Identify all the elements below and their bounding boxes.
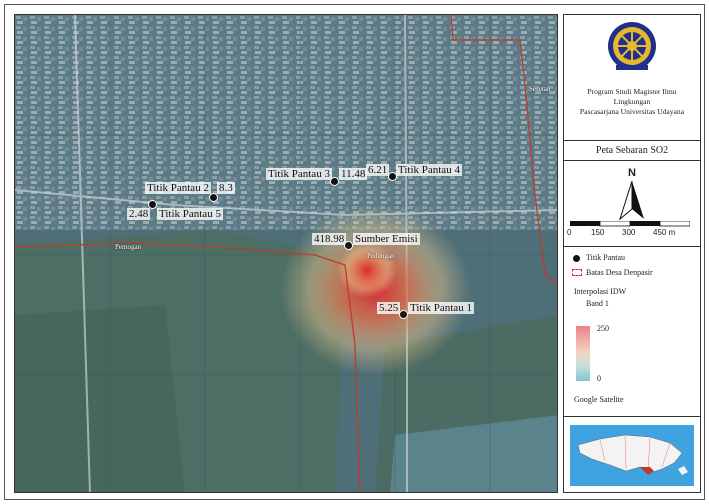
station-2-value: 8.3 xyxy=(217,182,235,194)
legend-interp-title: Interpolasi IDW xyxy=(574,287,627,296)
org-line-2: Lingkungan xyxy=(613,97,651,106)
station-1-marker[interactable] xyxy=(399,310,408,319)
north-label: N xyxy=(628,167,636,179)
color-ramp xyxy=(576,326,590,381)
station-5-value: 2.48 xyxy=(127,208,151,220)
inset-map-section xyxy=(564,417,700,494)
map-title: Peta Sebaran SO2 xyxy=(595,145,669,156)
place-label-pemogan: Pemogan xyxy=(115,243,142,251)
map-frame[interactable]: Pemogan Pedungan Sesetan Titik Pantau 2 … xyxy=(14,14,558,493)
station-2-marker[interactable] xyxy=(209,193,218,202)
map-canvas xyxy=(15,15,557,492)
place-label-sesetan: Sesetan xyxy=(529,85,551,93)
station-4-label: Titik Pantau 4 xyxy=(396,164,462,176)
legend-panel: Program Studi Magister Ilmu Lingkungan P… xyxy=(563,14,701,493)
station-1-value: 5.25 xyxy=(377,302,401,314)
emission-source-marker[interactable] xyxy=(344,241,353,250)
scale-bar xyxy=(570,221,690,227)
station-3-marker[interactable] xyxy=(330,177,339,186)
legend-band-label: Band 1 xyxy=(586,299,609,308)
scale-label-450: 450 m xyxy=(653,228,676,237)
org-line-1: Program Studi Magister Ilmu xyxy=(587,87,677,96)
station-4-value: 6.21 xyxy=(366,164,390,176)
scale-label-300: 300 xyxy=(622,228,636,237)
legend-min-label: 0 xyxy=(597,374,601,383)
station-3-label: Titik Pantau 3 xyxy=(266,168,332,180)
station-1-label: Titik Pantau 1 xyxy=(408,302,474,314)
inset-map[interactable] xyxy=(570,425,694,486)
place-label-pedungan: Pedungan xyxy=(367,252,395,260)
logo-section: Program Studi Magister Ilmu Lingkungan P… xyxy=(564,15,700,141)
emission-source-value: 418.98 xyxy=(312,233,347,245)
station-3-value: 11.48 xyxy=(339,168,368,180)
scale-label-0: 0 xyxy=(567,228,572,237)
station-2-label: Titik Pantau 2 xyxy=(145,182,211,194)
legend-section: Titik Pantau Batas Desa Denpasir Interpo… xyxy=(564,247,700,417)
north-arrow-icon xyxy=(619,181,644,221)
title-section: Peta Sebaran SO2 xyxy=(564,141,700,161)
org-line-3: Pascasarjana Universitas Udayana xyxy=(579,107,685,116)
scale-label-150: 150 xyxy=(591,228,605,237)
legend-boundary-label: Batas Desa Denpasir xyxy=(586,268,653,277)
station-5-label: Titik Pantau 5 xyxy=(157,208,223,220)
legend-boundary-icon xyxy=(572,269,582,276)
legend-point-icon xyxy=(573,255,580,262)
legend-basemap-label: Google Satelite xyxy=(574,395,624,404)
legend-max-label: 250 xyxy=(597,324,609,333)
legend-point-label: Titik Pantau xyxy=(586,253,626,262)
emission-source-label: Sumber Emisi xyxy=(353,233,420,245)
north-scale-section: N 0 150 300 450 m xyxy=(564,161,700,247)
university-logo-icon xyxy=(608,22,656,70)
